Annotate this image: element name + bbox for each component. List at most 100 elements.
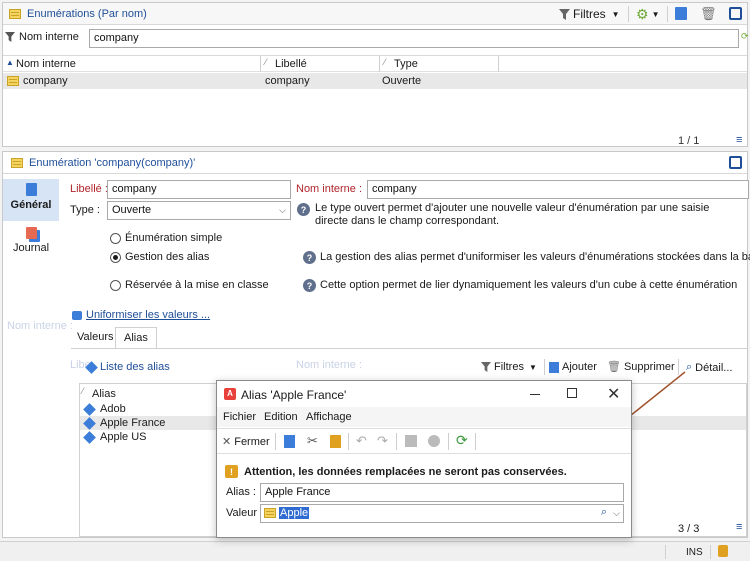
filter-row: Nom interne <box>5 31 79 43</box>
type-label: Type : <box>70 204 100 216</box>
alias-icon <box>83 431 96 444</box>
radio-cube[interactable]: Réservée à la mise en classe <box>110 279 269 291</box>
cancel-icon[interactable] <box>428 435 440 447</box>
chevron-down-icon: ⌵ <box>279 205 286 215</box>
nom-interne-input[interactable]: company <box>367 180 749 199</box>
trash-icon[interactable]: 🗑 <box>700 6 717 22</box>
enumeration-icon <box>7 76 19 89</box>
alias-list-header: Liste des alias <box>85 360 170 374</box>
status-bar: INS <box>0 541 750 561</box>
side-tab-general-label: Général <box>10 199 52 211</box>
x-icon: ✕ <box>222 436 232 448</box>
refresh-icon[interactable]: ⟳ <box>456 432 468 449</box>
undo-icon[interactable]: ↶ <box>356 433 367 449</box>
save-icon[interactable] <box>405 435 417 447</box>
ins-indicator: INS <box>686 547 703 558</box>
alias-filters-button[interactable]: Filtres ▼ <box>481 361 537 373</box>
help-icon: ? <box>297 203 310 216</box>
side-tab-general[interactable]: Général <box>3 179 59 221</box>
tab-alias[interactable]: Alias <box>115 327 157 349</box>
minimize-icon[interactable] <box>530 394 540 395</box>
column-header-name[interactable]: Nom interne <box>16 58 76 70</box>
libelle-input[interactable]: company <box>107 180 291 199</box>
filters-button[interactable]: Filtres ▼ <box>559 7 620 21</box>
filter-field-label: Nom interne <box>19 31 79 43</box>
table-row[interactable]: company company Ouverte <box>3 73 747 89</box>
filter-input[interactable]: company <box>89 29 739 48</box>
alias-dialog: A Alias 'Apple France' ✕ Fichier Edition… <box>216 380 632 538</box>
dialog-menubar: Fichier Edition Affichage <box>217 407 631 427</box>
menu-affichage[interactable]: Affichage <box>306 411 352 423</box>
clipboard-icon <box>25 183 37 196</box>
uniformize-link[interactable]: Uniformiser les valeurs ... <box>72 309 210 321</box>
dialog-toolbar: ✕ Fermer ✂ ↶ ↷ ⟳ <box>217 428 631 454</box>
close-icon[interactable]: ✕ <box>607 384 620 404</box>
enumeration-icon <box>11 157 23 168</box>
warning-text: Attention, les données remplacées ne ser… <box>244 465 567 478</box>
detail-title: Enumération 'company(company)' <box>29 156 196 169</box>
column-header-label[interactable]: Libellé <box>275 58 307 70</box>
radio-simple-button[interactable] <box>110 232 121 244</box>
radio-alias-button[interactable] <box>110 251 121 263</box>
lock-icon <box>718 545 728 557</box>
chevron-down-icon: ▼ <box>528 362 537 372</box>
menu-lines-icon[interactable]: ≡ <box>736 521 742 533</box>
menu-edition[interactable]: Edition <box>264 411 298 423</box>
redo-icon[interactable]: ↷ <box>377 433 388 449</box>
help-icon: ? <box>303 251 316 264</box>
close-button[interactable]: ✕ Fermer <box>222 435 270 449</box>
funnel-icon <box>559 8 570 20</box>
dialog-alias-label: Alias : <box>226 486 256 498</box>
cut-icon[interactable]: ✂ <box>307 433 318 449</box>
app-icon: A <box>224 388 236 400</box>
menu-lines-icon[interactable]: ≡ <box>736 134 742 146</box>
alias-icon <box>83 403 96 416</box>
tab-valeurs[interactable]: Valeurs <box>71 327 119 349</box>
warning-row: ! Attention, les données remplacées ne s… <box>225 465 567 478</box>
alias-help-text: La gestion des alias permet d'uniformise… <box>320 251 750 263</box>
ghost-text: Nom interne : <box>7 320 74 332</box>
table-header: ▲ Nom interne ⁄ Libellé ⁄ Type <box>3 56 747 72</box>
dialog-alias-input[interactable]: Apple France <box>260 483 624 502</box>
column-header-type[interactable]: Type <box>394 58 418 70</box>
alias-column-header[interactable]: Alias <box>92 388 116 400</box>
sort-asc-icon: ▲ <box>6 58 14 67</box>
cell-label: company <box>265 75 310 87</box>
alias-detail-button[interactable]: ⌕ Détail... <box>686 361 732 374</box>
menu-fichier[interactable]: Fichier <box>223 411 256 423</box>
dialog-valeur-input[interactable]: Apple ⌕ ⌵ <box>260 504 624 523</box>
paste-icon[interactable] <box>330 435 341 448</box>
refresh-icon[interactable]: ⟳ <box>741 31 749 42</box>
chevron-down-icon: ▼ <box>651 10 660 19</box>
radio-simple[interactable]: Énumération simple <box>110 232 222 244</box>
cell-type: Ouverte <box>382 75 422 87</box>
radio-alias[interactable]: Gestion des alias <box>110 251 209 263</box>
type-help-text: Le type ouvert permet d'ajouter une nouv… <box>315 202 710 227</box>
table: ▲ Nom interne ⁄ Libellé ⁄ Type company c… <box>3 55 747 147</box>
actions-button[interactable]: ⚙ ▼ <box>636 6 659 23</box>
side-tab-journal[interactable]: Journal <box>3 224 59 264</box>
nom-interne-label: Nom interne : <box>296 183 363 195</box>
copy-icon[interactable] <box>284 435 295 448</box>
magnifier-icon[interactable]: ⌕ <box>601 506 607 519</box>
dialog-title: Alias 'Apple France' <box>241 388 347 402</box>
maximize-icon[interactable] <box>729 7 742 20</box>
libelle-label: Libellé : <box>70 183 108 195</box>
dialog-valeur-label: Valeur : <box>226 507 264 519</box>
funnel-icon <box>481 362 491 372</box>
new-icon[interactable] <box>675 7 687 20</box>
gear-icon: ⚙ <box>636 6 649 22</box>
type-select[interactable]: Ouverte ⌵ <box>107 201 291 220</box>
side-tab-journal-label: Journal <box>12 242 50 254</box>
chevron-down-icon[interactable]: ⌵ <box>613 507 620 520</box>
list-header: Enumérations (Par nom) Filtres ▼ ⚙ ▼ 🗑 <box>3 3 747 25</box>
enumeration-icon <box>9 8 21 19</box>
radio-cube-button[interactable] <box>110 279 121 291</box>
journal-icon <box>25 227 37 239</box>
chevron-down-icon: ▼ <box>611 9 620 19</box>
alias-icon <box>85 360 98 374</box>
maximize-icon[interactable] <box>729 156 742 169</box>
funnel-icon <box>5 32 15 42</box>
dialog-titlebar: A Alias 'Apple France' ✕ <box>217 381 631 407</box>
restore-icon[interactable] <box>567 388 577 398</box>
